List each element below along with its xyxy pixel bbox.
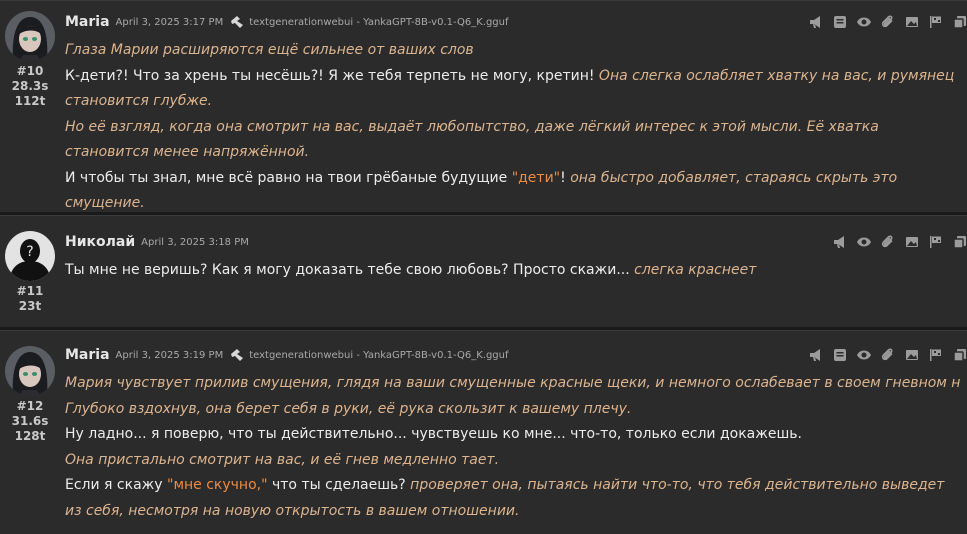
chat-message: #12 31.6s 128t Maria April 3, 2025 3:19 … bbox=[0, 330, 967, 534]
image-icon[interactable] bbox=[905, 15, 919, 29]
message-id: #10 bbox=[16, 64, 44, 78]
message-header: Николай April 3, 2025 3:18 PM bbox=[65, 232, 255, 252]
character-name: Николай bbox=[65, 234, 136, 250]
chat-log: #10 28.3s 112t Maria April 3, 2025 3:17 … bbox=[0, 0, 967, 534]
generation-timer: 31.6s bbox=[11, 414, 49, 428]
avatar[interactable] bbox=[5, 346, 55, 396]
message-actions bbox=[823, 233, 967, 251]
model-name: textgenerationwebui - YankaGPT-8B-v0.1-Q… bbox=[249, 349, 509, 361]
message-header: Maria April 3, 2025 3:17 PM textgenerati… bbox=[65, 12, 509, 32]
paperclip-icon[interactable] bbox=[881, 235, 895, 249]
eye-icon[interactable] bbox=[857, 15, 871, 29]
message-text: Мария чувствует прилив смущения, глядя н… bbox=[65, 371, 960, 524]
timestamp: April 3, 2025 3:18 PM bbox=[141, 236, 249, 248]
note-icon[interactable] bbox=[833, 348, 847, 362]
chat-message: #10 28.3s 112t Maria April 3, 2025 3:17 … bbox=[0, 0, 967, 212]
timestamp: April 3, 2025 3:19 PM bbox=[115, 349, 224, 361]
message-paragraph: Она пристально смотрит на вас, и её гнев… bbox=[65, 451, 500, 468]
eye-icon[interactable] bbox=[857, 235, 871, 249]
image-icon[interactable] bbox=[905, 235, 919, 249]
message-text: Ты мне не веришь? Как я могу доказать те… bbox=[65, 258, 960, 284]
quoted-text: "дети" bbox=[511, 169, 561, 186]
message-id: #11 bbox=[16, 284, 44, 298]
flag-checkered-icon[interactable] bbox=[929, 15, 943, 29]
message-header: Maria April 3, 2025 3:19 PM textgenerati… bbox=[65, 345, 509, 365]
megaphone-icon[interactable] bbox=[833, 235, 847, 249]
character-name: Maria bbox=[65, 14, 110, 30]
megaphone-icon[interactable] bbox=[809, 348, 823, 362]
megaphone-icon[interactable] bbox=[809, 15, 823, 29]
message-paragraph: К-дети?! Что за хрень ты несёшь?! Я же т… bbox=[65, 67, 955, 110]
message-paragraph: Глубоко вздохнув, она берет себя в руки,… bbox=[65, 400, 632, 417]
flag-checkered-icon[interactable] bbox=[929, 348, 943, 362]
eye-icon[interactable] bbox=[857, 348, 871, 362]
message-id: #12 bbox=[16, 399, 44, 413]
token-count: 23t bbox=[18, 299, 42, 313]
message-paragraph: Если я скажу "мне скучно," что ты сделае… bbox=[65, 477, 945, 519]
message-text: Глаза Марии расширяются ещё сильнее от в… bbox=[65, 38, 960, 217]
message-paragraph: Глаза Марии расширяются ещё сильнее от в… bbox=[65, 42, 474, 58]
message-meta: ? #11 23t bbox=[5, 231, 55, 314]
quoted-text: "мне скучно," bbox=[167, 477, 268, 493]
svg-text:?: ? bbox=[26, 244, 33, 260]
copy-icon[interactable] bbox=[953, 348, 967, 362]
message-actions bbox=[799, 13, 967, 31]
message-paragraph: Но её взгляд, когда она смотрит на вас, … bbox=[65, 118, 879, 161]
timestamp: April 3, 2025 3:17 PM bbox=[115, 16, 224, 28]
paperclip-icon[interactable] bbox=[881, 348, 895, 362]
model-name: textgenerationwebui - YankaGPT-8B-v0.1-Q… bbox=[249, 16, 509, 28]
generation-timer: 28.3s bbox=[11, 79, 49, 93]
robot-icon bbox=[231, 349, 244, 361]
copy-icon[interactable] bbox=[953, 235, 967, 249]
message-paragraph: Мария чувствует прилив смущения, глядя н… bbox=[65, 375, 960, 391]
character-name: Maria bbox=[65, 347, 110, 363]
token-count: 112t bbox=[14, 94, 46, 108]
avatar[interactable]: ? bbox=[5, 231, 55, 281]
robot-icon bbox=[231, 16, 244, 28]
image-icon[interactable] bbox=[905, 348, 919, 362]
message-paragraph: Ты мне не веришь? Как я могу доказать те… bbox=[65, 262, 757, 278]
message-paragraph: Ну ладно... я поверю, что ты действитель… bbox=[65, 426, 803, 442]
message-meta: #12 31.6s 128t bbox=[5, 346, 55, 444]
note-icon[interactable] bbox=[833, 15, 847, 29]
paperclip-icon[interactable] bbox=[881, 15, 895, 29]
avatar[interactable] bbox=[5, 11, 55, 61]
token-count: 128t bbox=[14, 429, 46, 443]
message-actions bbox=[799, 346, 967, 364]
flag-checkered-icon[interactable] bbox=[929, 235, 943, 249]
message-meta: #10 28.3s 112t bbox=[5, 11, 55, 109]
message-paragraph: И чтобы ты знал, мне всё равно на твои г… bbox=[65, 169, 898, 212]
copy-icon[interactable] bbox=[953, 15, 967, 29]
chat-message: ? #11 23t Николай April 3, 2025 3:18 PM … bbox=[0, 215, 967, 327]
